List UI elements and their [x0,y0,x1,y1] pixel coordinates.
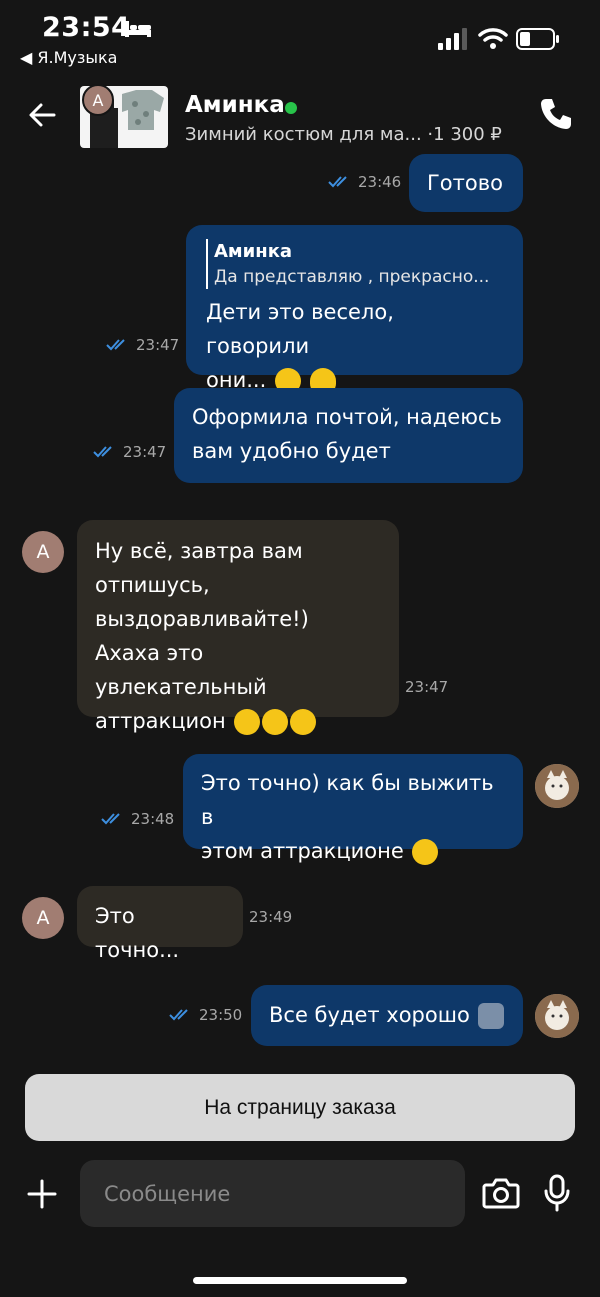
message-text-line: выздоравливайте!) [95,607,309,631]
back-arrow-icon[interactable] [26,98,60,132]
tears-of-joy-emoji [234,709,261,735]
message-time: 23:47 [136,336,180,354]
tears-of-joy-emoji [290,709,317,735]
incoming-message[interactable]: Это точно... [77,886,243,962]
message-text: Это точно... [95,904,180,962]
face-holding-back-tears-emoji [412,839,439,865]
message-text-line: отпишусь, [95,573,210,597]
read-checkmarks-icon [101,813,120,825]
cat-photo-icon [535,764,579,808]
message-text-line: Дети это весело, говорили [206,300,394,358]
battery-icon [516,28,559,50]
message-time: 23:47 [405,678,449,696]
message-time: 23:46 [358,173,402,191]
message-text-line: Это точно) как бы выжить в [201,771,494,829]
message-list[interactable]: 23:46 Готово Аминка Да представляю , пре… [0,154,600,1050]
message-meta: 23:50 [169,1006,242,1024]
message-text-line: Оформила почтой, надеюсь [192,405,502,429]
wifi-icon [478,28,508,49]
outgoing-message-with-reply[interactable]: Аминка Да представляю , прекрасно... Дет… [186,225,523,394]
quote-author: Аминка [214,241,293,262]
sender-avatar[interactable]: А [22,897,64,939]
my-avatar[interactable] [535,994,579,1038]
message-text-line: Ну всё, завтра вам [95,539,303,563]
message-time: 23:48 [131,810,175,828]
outgoing-message[interactable]: Готово [409,154,523,212]
quote-text: Да представляю , прекрасно... [214,267,490,287]
outgoing-message[interactable]: Оформила почтой, надеюсь вам удобно буде… [174,388,523,483]
go-to-order-button[interactable]: На страницу заказа [25,1074,575,1141]
read-checkmarks-icon [169,1009,188,1021]
outgoing-message[interactable]: Это точно) как бы выжить в этом аттракци… [183,754,523,865]
message-meta: 23:47 [93,443,166,461]
read-checkmarks-icon [328,176,347,188]
home-indicator[interactable] [193,1277,407,1284]
message-text: Готово [427,171,503,195]
cellular-signal-icon [438,28,467,50]
read-checkmarks-icon [93,446,112,458]
message-meta: 23:47 [405,678,448,696]
my-avatar[interactable] [535,764,579,808]
contact-name[interactable]: Аминка [185,92,285,118]
order-subtitle[interactable]: Зимний костюм для ма... ·1 300 ₽ [185,124,502,145]
status-time: 23:54 [42,12,131,43]
sender-avatar[interactable]: А [22,531,64,573]
microphone-icon[interactable] [544,1174,570,1212]
read-checkmarks-icon [106,339,125,351]
message-input[interactable]: Сообщение [80,1160,465,1227]
camera-icon[interactable] [482,1176,520,1210]
incoming-message[interactable]: Ну всё, завтра вам отпишусь, выздоравлив… [77,520,399,735]
chat-header: А Аминка Зимний костюм для ма... ·1 300 … [0,80,600,160]
message-time: 23:49 [249,908,293,926]
message-meta: 23:48 [101,810,174,828]
contact-avatar[interactable]: А [82,84,114,116]
message-time: 23:50 [199,1006,243,1024]
message-text-line: Ахаха это увлекательный [95,641,267,699]
message-meta: 23:47 [106,336,179,354]
message-text-line: этом аттракционе [201,839,404,863]
online-status-indicator [285,102,297,114]
outgoing-message[interactable]: Все будет хорошо [251,985,523,1046]
reply-quote[interactable]: Аминка Да представляю , прекрасно... [206,239,503,289]
status-bar: 23:54 ◀ Я.Музыка [0,0,600,80]
phone-call-icon[interactable] [538,96,574,132]
tears-of-joy-emoji [262,709,289,735]
attach-plus-icon[interactable] [26,1178,58,1210]
sleep-focus-icon [125,21,151,37]
message-time: 23:47 [123,443,167,461]
message-text-line: вам удобно будет [192,439,391,463]
back-to-app-link[interactable]: ◀ Я.Музыка [20,48,117,67]
message-meta: 23:46 [328,173,401,191]
people-hugging-emoji [478,1003,505,1029]
message-text-line: аттракцион [95,709,226,733]
message-text: Все будет хорошо [269,1003,470,1027]
cat-photo-icon [535,994,579,1038]
message-meta: 23:49 [249,908,292,926]
